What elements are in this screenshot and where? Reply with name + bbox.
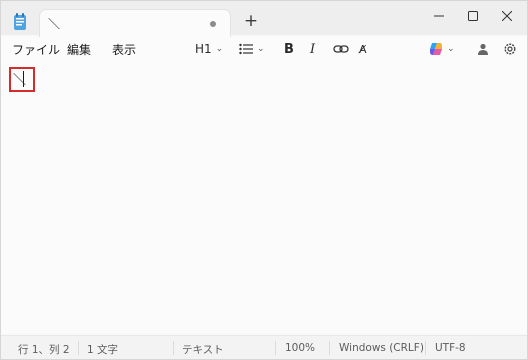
menu-view[interactable]: 表示 [112, 41, 136, 58]
chevron-down-icon: ⌄ [447, 44, 455, 54]
settings-button[interactable] [503, 39, 517, 59]
status-line-ending[interactable]: Windows (CRLF) [339, 342, 424, 354]
bold-icon: B [284, 41, 294, 57]
copilot-icon [430, 43, 442, 55]
close-button[interactable] [487, 1, 527, 31]
status-divider [425, 341, 426, 355]
status-char-count: 1 文字 [87, 344, 119, 356]
chevron-down-icon: ⌄ [215, 44, 224, 54]
maximize-icon [468, 11, 478, 21]
list-dropdown[interactable]: ⌄ [239, 39, 265, 59]
status-format[interactable]: テキスト [182, 342, 224, 357]
link-button[interactable] [333, 39, 349, 59]
notepad-app-icon [13, 13, 27, 31]
plus-icon: + [243, 11, 259, 31]
title-bar: ＼ + [1, 1, 527, 37]
unsaved-indicator-dot[interactable] [210, 21, 216, 27]
status-divider [173, 341, 174, 355]
menu-edit[interactable]: 編集 [67, 41, 91, 58]
bold-button[interactable]: B [284, 39, 294, 59]
clear-formatting-icon: A̸ [359, 42, 367, 56]
status-bar: 行 1、列 2 1 文字 テキスト 100% Windows (CRLF) UT… [1, 335, 527, 359]
highlight-box [9, 67, 35, 92]
status-divider [329, 341, 330, 355]
tab-title: ＼ [48, 17, 61, 31]
status-divider [78, 341, 79, 355]
copilot-button[interactable]: ⌄ [429, 39, 455, 59]
chevron-down-icon: ⌄ [257, 44, 265, 54]
new-tab-button[interactable]: + [241, 11, 261, 31]
document-tab[interactable]: ＼ [39, 9, 231, 37]
menu-file[interactable]: ファイル [12, 41, 60, 58]
account-button[interactable] [477, 39, 489, 59]
clear-formatting-button[interactable]: A̸ [359, 39, 367, 59]
bulleted-list-icon [239, 43, 253, 55]
status-divider [275, 341, 276, 355]
link-icon [333, 45, 349, 53]
person-icon [478, 43, 488, 55]
status-zoom[interactable]: 100% [285, 342, 315, 354]
gear-icon [504, 43, 516, 55]
close-icon [502, 11, 512, 21]
menu-bar: ファイル 編集 表示 H1 ⌄ ⌄ B I A̸ ⌄ [1, 37, 527, 61]
italic-icon: I [310, 41, 316, 57]
status-cursor-position: 行 1、列 2 [18, 344, 70, 356]
heading-dropdown[interactable]: H1 ⌄ [195, 39, 223, 59]
notepad-window: ＼ + ファイル 編集 表示 H1 ⌄ ⌄ B I A̸ ⌄ ＼ 行 1、列 2… [0, 0, 528, 360]
minimize-icon [434, 15, 444, 17]
italic-button[interactable]: I [310, 39, 315, 59]
status-encoding[interactable]: UTF-8 [435, 342, 466, 354]
heading-label: H1 [195, 42, 212, 56]
text-editor[interactable]: ＼ [1, 61, 527, 333]
